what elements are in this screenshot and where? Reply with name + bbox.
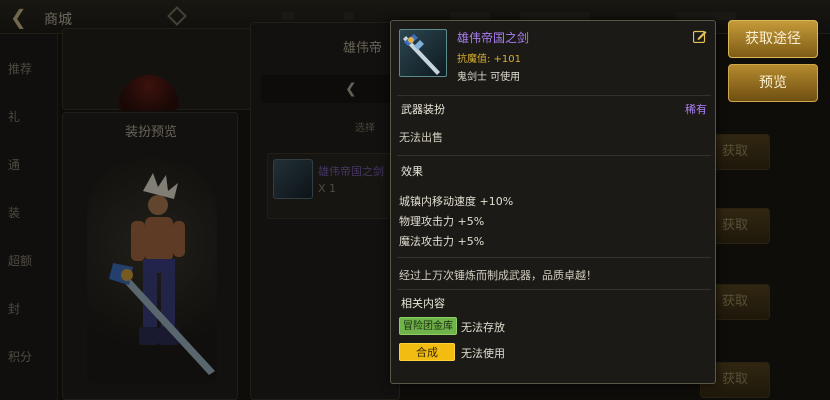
effects-title: 效果 (401, 165, 423, 178)
item-name: 雄伟帝国之剑 (457, 31, 530, 45)
effect-line: 城镇内移动速度 +10% (399, 195, 514, 208)
divider (397, 257, 711, 258)
get-source-button[interactable]: 获取途径 (728, 20, 818, 58)
divider (397, 155, 711, 156)
item-description: 经过上万次锤炼而制成武器，品质卓越！ (399, 269, 597, 282)
effect-line: 魔法攻击力 +5% (399, 235, 485, 248)
preview-button[interactable]: 预览 (728, 64, 818, 102)
edit-icon[interactable] (693, 29, 707, 43)
divider (397, 95, 711, 96)
category-label: 武器装扮 (401, 103, 445, 116)
vault-note: 无法存放 (461, 321, 505, 334)
trade-note: 无法出售 (399, 131, 443, 144)
item-stat: 抗魔值: +101 (457, 54, 522, 65)
sword-icon (399, 29, 447, 77)
tag-adventure-vault: 冒险团金库 (399, 317, 457, 335)
class-restriction: 鬼剑士 可使用 (457, 72, 521, 83)
related-title: 相关内容 (401, 297, 445, 310)
effect-line: 物理攻击力 +5% (399, 215, 485, 228)
rarity-label: 稀有 (685, 103, 707, 116)
tag-synthesis: 合成 (399, 343, 455, 361)
synthesis-note: 无法使用 (461, 347, 505, 360)
divider (397, 289, 711, 290)
item-tooltip: 雄伟帝国之剑 抗魔值: +101 鬼剑士 可使用 武器装扮 稀有 无法出售 效果… (390, 20, 716, 384)
